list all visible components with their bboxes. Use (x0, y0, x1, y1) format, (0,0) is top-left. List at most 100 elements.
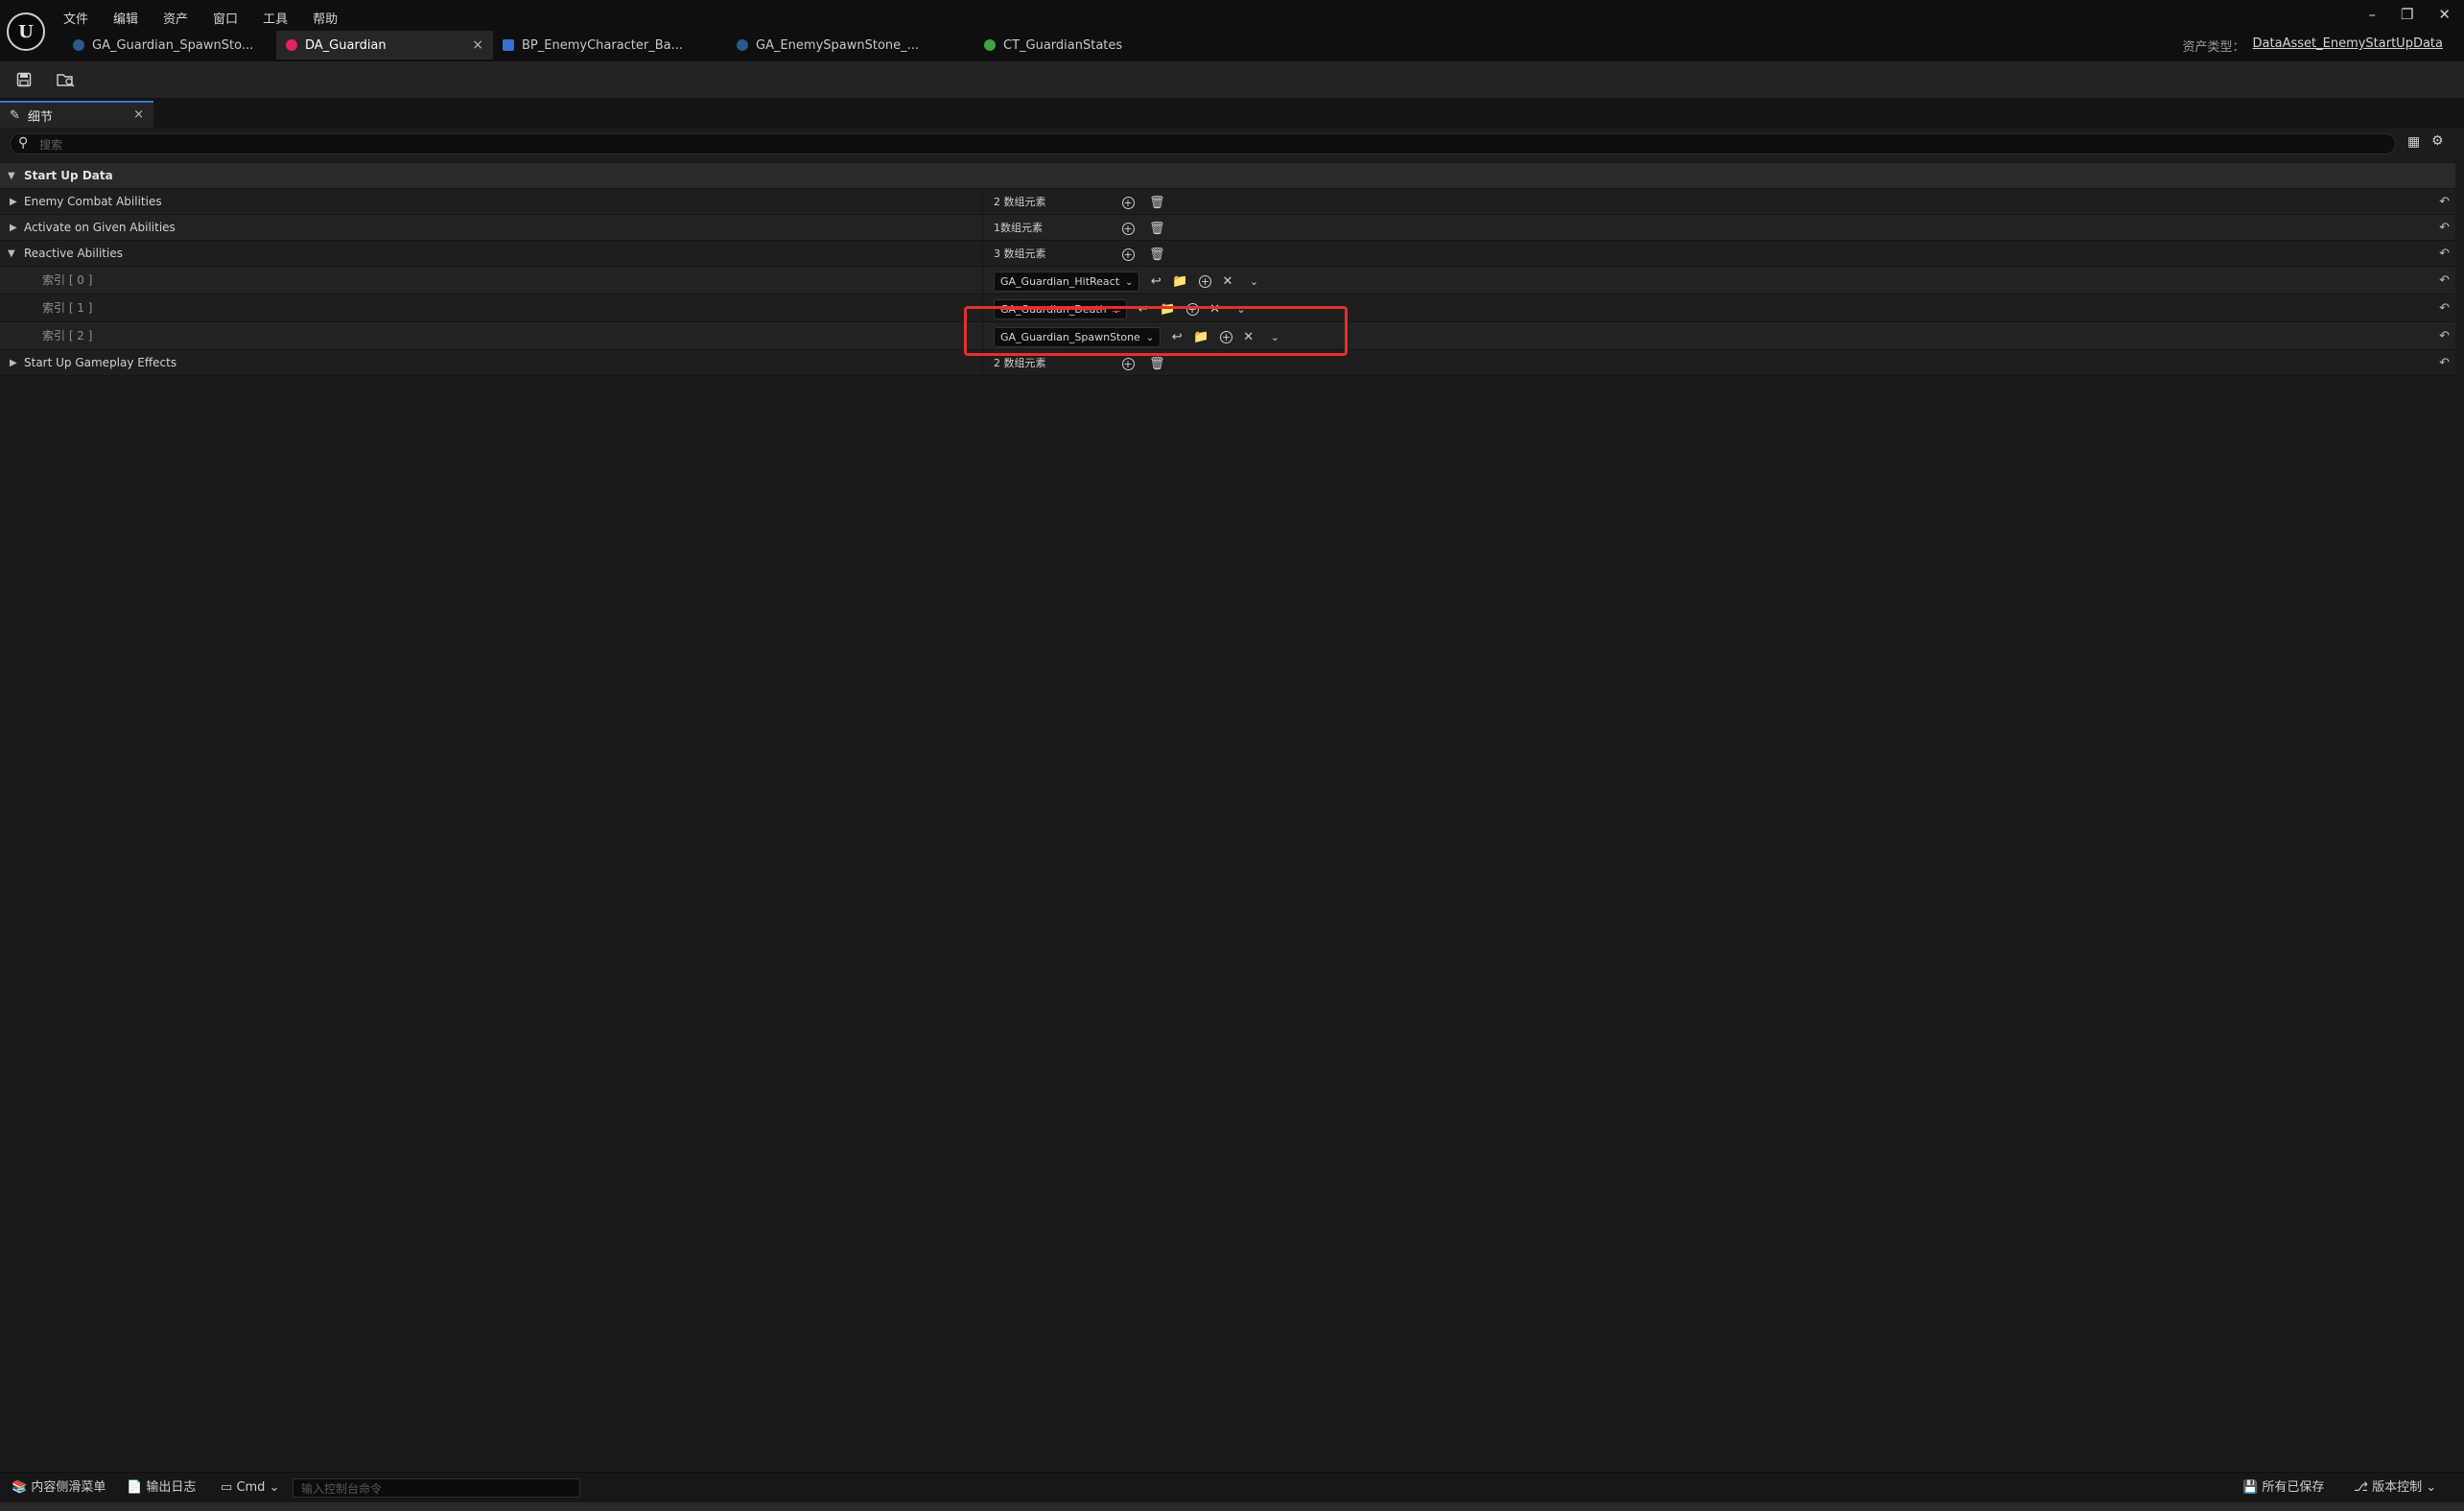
column-divider[interactable] (982, 215, 983, 241)
collapse-arrow-icon[interactable]: ▶ (10, 215, 17, 241)
output-log-button[interactable]: 📄 输出日志 (127, 1473, 196, 1503)
content-drawer-icon: 📚 (12, 1480, 28, 1495)
content-drawer-button[interactable]: 📚 内容侧滑菜单 (12, 1473, 106, 1503)
asset-type-link[interactable]: DataAsset_EnemyStartUpData (2253, 36, 2443, 55)
tab-da-guardian[interactable]: DA_Guardian × (276, 31, 493, 59)
window-bottom-edge (0, 1502, 2464, 1511)
save-button[interactable] (12, 69, 36, 90)
search-box: ⚲ (10, 133, 2396, 154)
search-row: ⚲ ▦ ⚙ (0, 129, 2464, 159)
reset-to-default-icon[interactable]: ↶ (2439, 350, 2450, 376)
property-reactive-abilities[interactable]: ▼ Reactive Abilities 3 数组元素 + 🗑 ↶ (0, 241, 2455, 267)
menu-bar: 文件 编辑 资产 窗口 工具 帮助 (63, 9, 338, 27)
tab-close-icon[interactable]: × (472, 37, 483, 53)
trash-icon[interactable]: 🗑 (1149, 242, 1165, 268)
console-command-box (293, 1478, 580, 1498)
save-icon (16, 72, 32, 87)
panel-tab-row: ✎ 细节 × (0, 99, 2464, 128)
menu-edit[interactable]: 编辑 (113, 9, 138, 27)
create-new-icon[interactable]: + (1199, 274, 1212, 288)
menu-tools[interactable]: 工具 (263, 9, 288, 27)
array-count: 3 数组元素 (994, 248, 1046, 260)
add-element-icon[interactable]: + (1121, 357, 1135, 370)
use-selected-icon[interactable]: ↩ (1151, 268, 1162, 295)
output-log-icon: 📄 (127, 1480, 143, 1495)
property-activate-on-given-abilities[interactable]: ▶ Activate on Given Abilities 1数组元素 + 🗑 … (0, 215, 2455, 241)
asset-type: 资产类型： DataAsset_EnemyStartUpData (2183, 36, 2443, 55)
trash-icon[interactable]: 🗑 (1149, 216, 1165, 242)
menu-file[interactable]: 文件 (63, 9, 88, 27)
blueprint-icon (737, 39, 748, 51)
reset-to-default-icon[interactable]: ↶ (2439, 215, 2450, 241)
column-divider[interactable] (982, 241, 983, 267)
title-bar: U 文件 编辑 资产 窗口 工具 帮助 GA_Guardian_SpawnSto… (0, 0, 2464, 61)
cmd-dropdown[interactable]: ▭ Cmd ⌄ (221, 1473, 279, 1503)
category-start-up-data[interactable]: ▼ Start Up Data (0, 163, 2455, 189)
document-tabs: GA_Guardian_SpawnSto... DA_Guardian × BP… (63, 31, 1172, 59)
column-divider[interactable] (982, 189, 983, 215)
collapse-arrow-icon[interactable]: ▶ (10, 350, 17, 376)
array-element-0[interactable]: 索引 [ 0 ] GA_Guardian_HitReact ⌄ ↩ 📁 + ✕ ⌄… (0, 267, 2455, 295)
table-view-icon[interactable]: ▦ (2407, 134, 2420, 150)
tab-ga-guardian-spawnstone[interactable]: GA_Guardian_SpawnSto... (63, 31, 276, 59)
blueprint-icon (73, 39, 84, 51)
close-icon[interactable]: ✕ (2438, 6, 2451, 23)
all-saved-button[interactable]: 💾 所有已保存 (2242, 1473, 2324, 1503)
highlight-annotation-box (964, 306, 1348, 356)
source-control-icon: ⎇ (2354, 1480, 2368, 1495)
class-picker-combo[interactable]: GA_Guardian_HitReact ⌄ (994, 271, 1140, 292)
restore-icon[interactable]: ❐ (2401, 6, 2413, 23)
details-panel-tab[interactable]: ✎ 细节 × (0, 101, 153, 128)
tab-bp-enemycharacter[interactable]: BP_EnemyCharacter_Ba... (493, 31, 727, 59)
column-divider[interactable] (982, 267, 983, 295)
trash-icon[interactable]: 🗑 (1149, 190, 1165, 216)
reset-to-default-icon[interactable]: ↶ (2439, 241, 2450, 267)
unreal-logo-icon[interactable]: U (7, 12, 45, 51)
expand-arrow-icon[interactable]: ▼ (8, 163, 15, 189)
add-element-icon[interactable]: + (1121, 222, 1135, 235)
menu-asset[interactable]: 资产 (163, 9, 188, 27)
clear-icon[interactable]: ✕ (1223, 268, 1233, 295)
panel-close-icon[interactable]: × (133, 107, 144, 122)
reset-to-default-icon[interactable]: ↶ (2439, 267, 2450, 295)
terminal-icon: ▭ (221, 1480, 233, 1495)
array-index-label: 索引 [ 0 ] (42, 273, 93, 287)
add-element-icon[interactable]: + (1121, 248, 1135, 261)
reset-to-default-icon[interactable]: ↶ (2439, 295, 2450, 322)
asset-toolbar (0, 61, 2464, 99)
reset-to-default-icon[interactable]: ↶ (2439, 189, 2450, 215)
data-asset-icon (286, 39, 297, 51)
search-icon: ⚲ (18, 135, 29, 151)
curve-table-icon (984, 39, 996, 51)
menu-help[interactable]: 帮助 (313, 9, 338, 27)
save-all-icon: 💾 (2242, 1480, 2259, 1495)
settings-gear-icon[interactable]: ⚙ (2431, 133, 2444, 149)
window-controls: – ❐ ✕ (2368, 6, 2451, 23)
chevron-down-icon: ⌄ (2426, 1480, 2437, 1495)
minimize-icon[interactable]: – (2368, 6, 2376, 23)
chevron-down-icon: ⌄ (269, 1480, 280, 1495)
property-enemy-combat-abilities[interactable]: ▶ Enemy Combat Abilities 2 数组元素 + 🗑 ↶ (0, 189, 2455, 215)
collapse-arrow-icon[interactable]: ▶ (10, 189, 17, 215)
reset-to-default-icon[interactable]: ↶ (2439, 322, 2450, 350)
character-icon (503, 39, 514, 51)
browse-icon[interactable]: 📁 (1172, 268, 1187, 295)
asset-type-label: 资产类型： (2182, 40, 2245, 55)
search-input[interactable] (37, 136, 2382, 153)
status-bar: 📚 内容侧滑菜单 📄 输出日志 ▭ Cmd ⌄ 💾 所有已保存 ⎇ 版本控制 ⌄ (0, 1472, 2464, 1503)
chevron-down-icon: ⌄ (1125, 276, 1134, 288)
browse-icon (57, 74, 75, 87)
array-index-label: 索引 [ 2 ] (42, 329, 93, 342)
console-command-input[interactable] (299, 1480, 577, 1498)
menu-window[interactable]: 窗口 (213, 9, 238, 27)
browse-button[interactable] (54, 69, 79, 90)
tab-ga-enemyspawnstone[interactable]: GA_EnemySpawnStone_... (727, 31, 974, 59)
tab-ct-guardianstates[interactable]: CT_GuardianStates (974, 31, 1172, 59)
details-panel-title: 细节 (27, 109, 53, 125)
element-options-chevron-icon[interactable]: ⌄ (1250, 268, 1258, 295)
array-count: 2 数组元素 (994, 196, 1046, 208)
expand-arrow-icon[interactable]: ▼ (8, 241, 15, 267)
add-element-icon[interactable]: + (1121, 196, 1135, 209)
source-control-button[interactable]: ⎇ 版本控制 ⌄ (2354, 1473, 2436, 1503)
array-count: 1数组元素 (994, 222, 1043, 234)
